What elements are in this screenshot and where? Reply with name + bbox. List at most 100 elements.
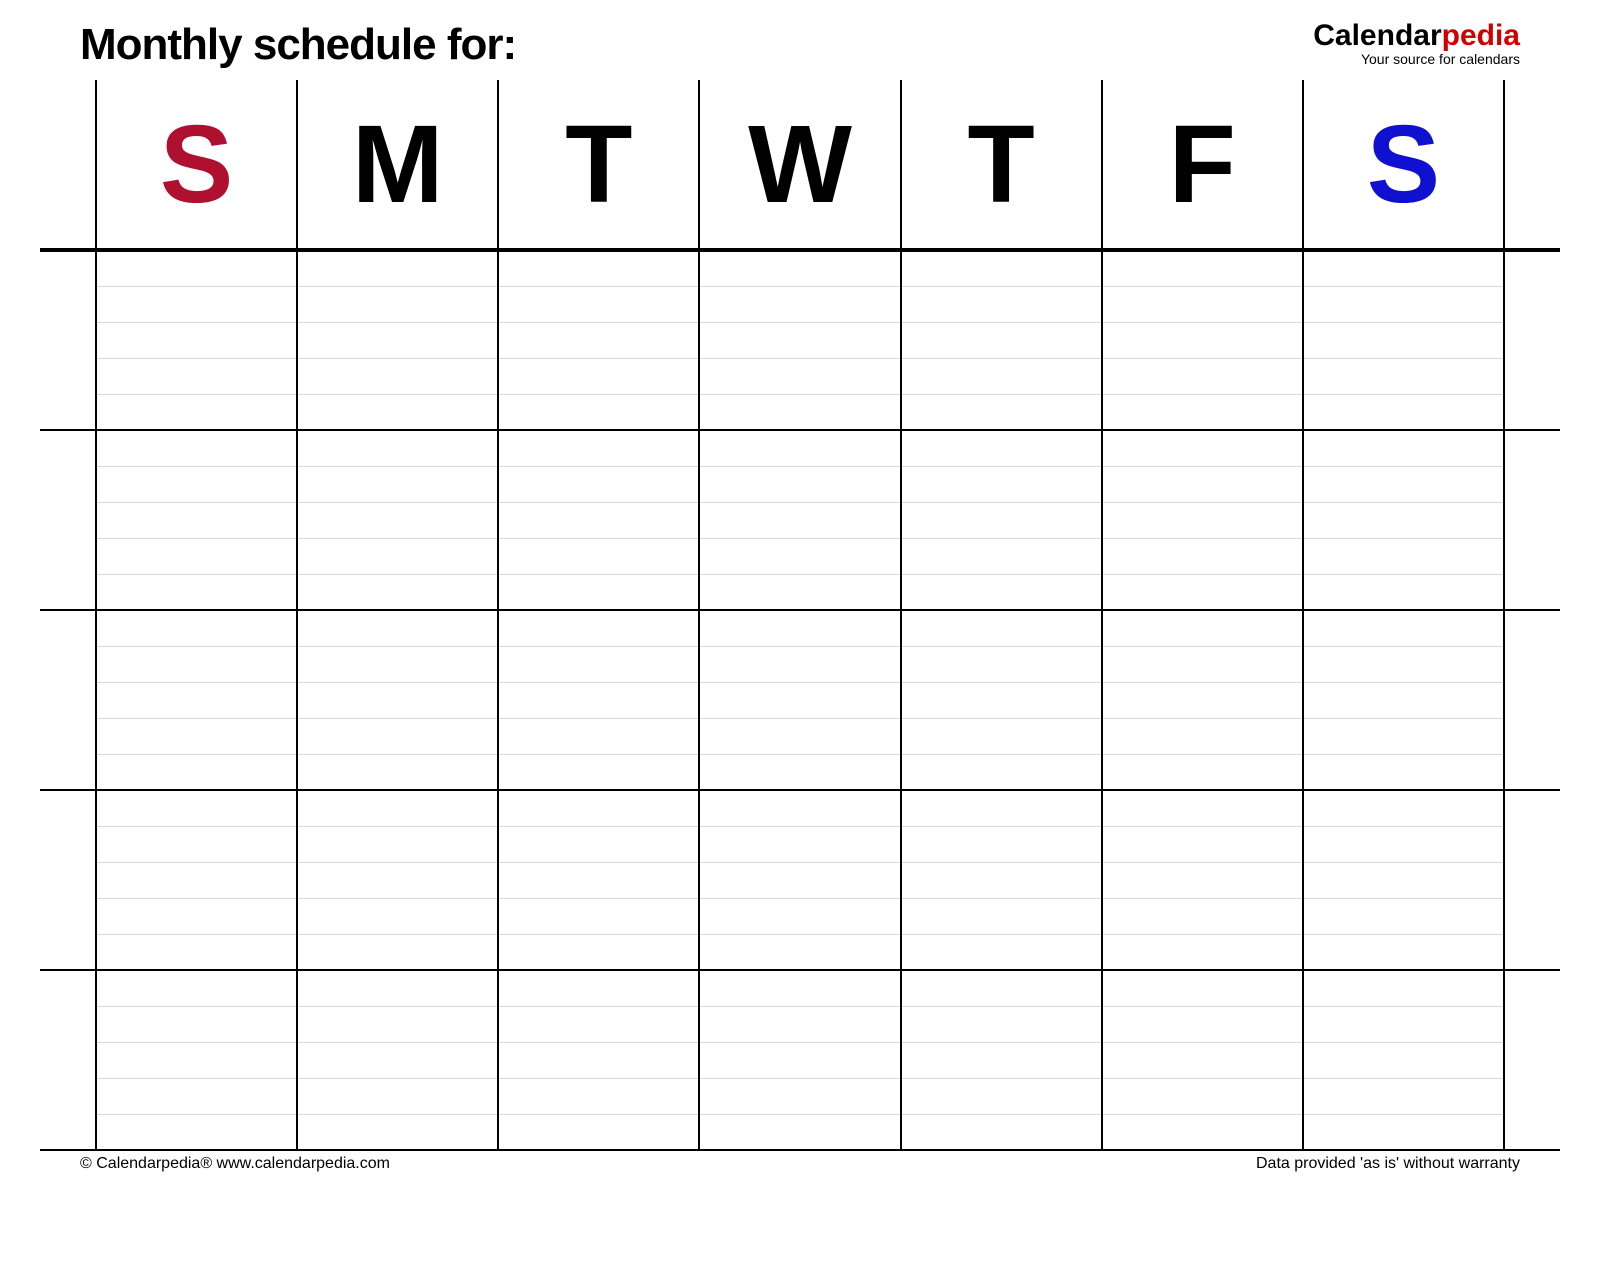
calendar-cell[interactable] xyxy=(297,718,498,754)
calendar-cell[interactable] xyxy=(498,1006,699,1042)
calendar-cell[interactable] xyxy=(699,754,900,790)
calendar-cell[interactable] xyxy=(1303,358,1504,394)
calendar-cell[interactable] xyxy=(901,502,1102,538)
calendar-cell[interactable] xyxy=(297,862,498,898)
calendar-cell[interactable] xyxy=(1102,358,1303,394)
calendar-cell[interactable] xyxy=(1102,538,1303,574)
calendar-cell[interactable] xyxy=(297,682,498,718)
calendar-cell[interactable] xyxy=(498,430,699,466)
calendar-cell[interactable] xyxy=(1102,430,1303,466)
calendar-cell[interactable] xyxy=(1102,250,1303,286)
calendar-cell[interactable] xyxy=(96,610,297,646)
calendar-cell[interactable] xyxy=(1102,466,1303,502)
calendar-cell[interactable] xyxy=(96,898,297,934)
calendar-cell[interactable] xyxy=(1102,286,1303,322)
calendar-cell[interactable] xyxy=(498,646,699,682)
calendar-cell[interactable] xyxy=(1102,1042,1303,1078)
calendar-cell[interactable] xyxy=(498,862,699,898)
calendar-cell[interactable] xyxy=(1303,754,1504,790)
calendar-cell[interactable] xyxy=(1303,718,1504,754)
calendar-cell[interactable] xyxy=(297,790,498,826)
calendar-cell[interactable] xyxy=(1102,754,1303,790)
calendar-cell[interactable] xyxy=(699,430,900,466)
calendar-cell[interactable] xyxy=(498,358,699,394)
calendar-cell[interactable] xyxy=(96,250,297,286)
calendar-cell[interactable] xyxy=(297,466,498,502)
calendar-cell[interactable] xyxy=(1102,682,1303,718)
calendar-cell[interactable] xyxy=(297,1042,498,1078)
calendar-cell[interactable] xyxy=(96,862,297,898)
calendar-cell[interactable] xyxy=(96,1078,297,1114)
calendar-cell[interactable] xyxy=(699,1042,900,1078)
calendar-cell[interactable] xyxy=(297,754,498,790)
calendar-cell[interactable] xyxy=(1102,1006,1303,1042)
calendar-cell[interactable] xyxy=(699,574,900,610)
calendar-cell[interactable] xyxy=(297,934,498,970)
calendar-cell[interactable] xyxy=(1303,646,1504,682)
calendar-cell[interactable] xyxy=(1303,1006,1504,1042)
calendar-cell[interactable] xyxy=(699,970,900,1006)
calendar-cell[interactable] xyxy=(498,538,699,574)
calendar-cell[interactable] xyxy=(498,466,699,502)
calendar-cell[interactable] xyxy=(699,1006,900,1042)
calendar-cell[interactable] xyxy=(1303,970,1504,1006)
calendar-cell[interactable] xyxy=(901,790,1102,826)
calendar-cell[interactable] xyxy=(297,574,498,610)
calendar-cell[interactable] xyxy=(1102,898,1303,934)
calendar-cell[interactable] xyxy=(96,1042,297,1078)
calendar-cell[interactable] xyxy=(1303,898,1504,934)
calendar-cell[interactable] xyxy=(96,394,297,430)
calendar-cell[interactable] xyxy=(96,754,297,790)
calendar-cell[interactable] xyxy=(699,898,900,934)
calendar-cell[interactable] xyxy=(1303,682,1504,718)
calendar-cell[interactable] xyxy=(1102,790,1303,826)
calendar-cell[interactable] xyxy=(1303,430,1504,466)
calendar-cell[interactable] xyxy=(498,898,699,934)
calendar-cell[interactable] xyxy=(297,502,498,538)
calendar-cell[interactable] xyxy=(901,466,1102,502)
calendar-cell[interactable] xyxy=(699,322,900,358)
calendar-cell[interactable] xyxy=(96,358,297,394)
calendar-cell[interactable] xyxy=(498,1078,699,1114)
calendar-cell[interactable] xyxy=(96,502,297,538)
calendar-cell[interactable] xyxy=(498,322,699,358)
calendar-cell[interactable] xyxy=(297,1114,498,1150)
calendar-cell[interactable] xyxy=(901,718,1102,754)
calendar-cell[interactable] xyxy=(699,934,900,970)
calendar-cell[interactable] xyxy=(901,682,1102,718)
calendar-cell[interactable] xyxy=(498,970,699,1006)
calendar-cell[interactable] xyxy=(96,430,297,466)
calendar-cell[interactable] xyxy=(297,250,498,286)
calendar-cell[interactable] xyxy=(498,394,699,430)
calendar-cell[interactable] xyxy=(1102,1078,1303,1114)
calendar-cell[interactable] xyxy=(297,646,498,682)
calendar-cell[interactable] xyxy=(498,790,699,826)
calendar-cell[interactable] xyxy=(901,250,1102,286)
calendar-cell[interactable] xyxy=(901,862,1102,898)
calendar-cell[interactable] xyxy=(901,574,1102,610)
calendar-cell[interactable] xyxy=(901,934,1102,970)
calendar-cell[interactable] xyxy=(901,826,1102,862)
calendar-cell[interactable] xyxy=(297,898,498,934)
calendar-cell[interactable] xyxy=(297,610,498,646)
calendar-cell[interactable] xyxy=(1303,790,1504,826)
calendar-cell[interactable] xyxy=(699,1078,900,1114)
calendar-cell[interactable] xyxy=(699,610,900,646)
calendar-cell[interactable] xyxy=(901,538,1102,574)
calendar-cell[interactable] xyxy=(699,466,900,502)
calendar-cell[interactable] xyxy=(699,502,900,538)
calendar-cell[interactable] xyxy=(96,466,297,502)
calendar-cell[interactable] xyxy=(1102,862,1303,898)
calendar-cell[interactable] xyxy=(498,682,699,718)
calendar-cell[interactable] xyxy=(1303,394,1504,430)
calendar-cell[interactable] xyxy=(699,394,900,430)
calendar-cell[interactable] xyxy=(1303,538,1504,574)
calendar-cell[interactable] xyxy=(96,682,297,718)
calendar-cell[interactable] xyxy=(297,286,498,322)
calendar-cell[interactable] xyxy=(699,646,900,682)
calendar-cell[interactable] xyxy=(699,718,900,754)
calendar-cell[interactable] xyxy=(498,610,699,646)
calendar-cell[interactable] xyxy=(901,1042,1102,1078)
calendar-cell[interactable] xyxy=(1303,610,1504,646)
calendar-cell[interactable] xyxy=(96,790,297,826)
